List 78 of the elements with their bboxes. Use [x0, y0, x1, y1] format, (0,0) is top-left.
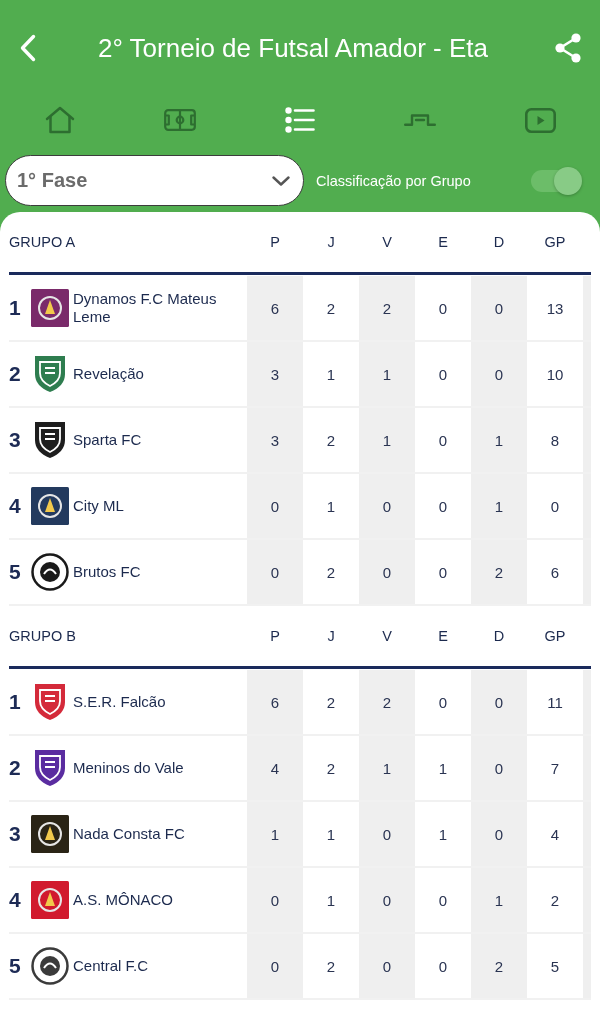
- team-name: Sparta FC: [73, 431, 142, 449]
- rank-number: 3: [9, 822, 22, 846]
- column-header: GP: [543, 628, 567, 644]
- stat-cell: 0: [359, 934, 415, 998]
- rank-number: 2: [9, 756, 22, 780]
- column-header: J: [326, 234, 336, 250]
- play-video-icon: [524, 107, 556, 133]
- stat-cell: 1: [471, 408, 527, 472]
- team-name: Central F.C: [73, 957, 149, 975]
- stat-cell: 6: [247, 276, 303, 340]
- team-name: Revelação: [73, 365, 144, 383]
- stat-cell: 0: [471, 276, 527, 340]
- stat-cell: 0: [359, 540, 415, 604]
- team-name: Nada Consta FC: [73, 825, 185, 843]
- team-name: A.S. MÔNACO: [73, 891, 173, 909]
- column-header: P: [269, 628, 281, 644]
- stat-cell: 0: [359, 802, 415, 866]
- stat-cell: 1: [471, 474, 527, 538]
- back-button[interactable]: [20, 34, 36, 62]
- stat-cell: 0: [247, 540, 303, 604]
- toggle-label: Classificação por Grupo: [316, 172, 471, 189]
- stat-cell: 3: [247, 342, 303, 406]
- stat-cell: 0: [359, 474, 415, 538]
- page-title: 2° Torneio de Futsal Amador - Eta: [98, 32, 488, 64]
- chevron-down-icon: [272, 175, 290, 186]
- stat-cell: 0: [471, 736, 527, 800]
- share-icon: [554, 33, 582, 63]
- stat-cell: 4: [247, 736, 303, 800]
- stat-cell: 1: [359, 342, 415, 406]
- stat-cell: 3: [247, 408, 303, 472]
- stat-cell: 0: [247, 934, 303, 998]
- rank-number: 5: [9, 954, 22, 978]
- column-header: E: [437, 234, 449, 250]
- stat-cell: 1: [247, 802, 303, 866]
- rank-number: 4: [9, 494, 22, 518]
- column-header: P: [269, 234, 281, 250]
- stat-cell: 1: [359, 736, 415, 800]
- column-header: V: [381, 234, 393, 250]
- team-name: City ML: [73, 497, 124, 515]
- stat-cell: 6: [247, 670, 303, 734]
- phase-select[interactable]: 1° Fase: [5, 155, 304, 206]
- stat-cell: 2: [471, 540, 527, 604]
- soccer-field-icon: [164, 109, 196, 131]
- column-header: E: [437, 628, 449, 644]
- bracket-icon: [404, 114, 436, 126]
- team-name: Dynamos F.C Mateus Leme: [73, 290, 218, 326]
- rank-number: 2: [9, 362, 22, 386]
- group-title: GRUPO B: [9, 628, 77, 644]
- rank-number: 4: [9, 888, 22, 912]
- stat-cell: 0: [247, 474, 303, 538]
- stat-cell: 0: [471, 670, 527, 734]
- stat-cell: 0: [359, 868, 415, 932]
- column-header: GP: [543, 234, 567, 250]
- team-name: Meninos do Vale: [73, 759, 184, 777]
- stat-cell: 0: [471, 342, 527, 406]
- home-icon: [45, 106, 75, 134]
- stat-cell: 1: [471, 868, 527, 932]
- team-name: S.E.R. Falcão: [73, 693, 166, 711]
- group-title: GRUPO A: [9, 234, 77, 250]
- stat-cell: 0: [247, 868, 303, 932]
- column-header: D: [492, 234, 506, 250]
- column-header: V: [381, 628, 393, 644]
- group-toggle[interactable]: [529, 165, 583, 196]
- stat-cell: 2: [471, 934, 527, 998]
- team-name: Brutos FC: [73, 563, 141, 581]
- stat-cell: 2: [359, 276, 415, 340]
- share-button[interactable]: [554, 33, 582, 63]
- column-header: J: [326, 628, 336, 644]
- rank-number: 3: [9, 428, 22, 452]
- stat-cell: 0: [471, 802, 527, 866]
- rank-number: 1: [9, 296, 22, 320]
- rank-number: 1: [9, 690, 22, 714]
- stat-cell: 2: [359, 670, 415, 734]
- rank-number: 5: [9, 560, 22, 584]
- back-icon: [20, 34, 36, 62]
- list-icon: [285, 107, 315, 133]
- column-header: D: [492, 628, 506, 644]
- stat-cell: 1: [359, 408, 415, 472]
